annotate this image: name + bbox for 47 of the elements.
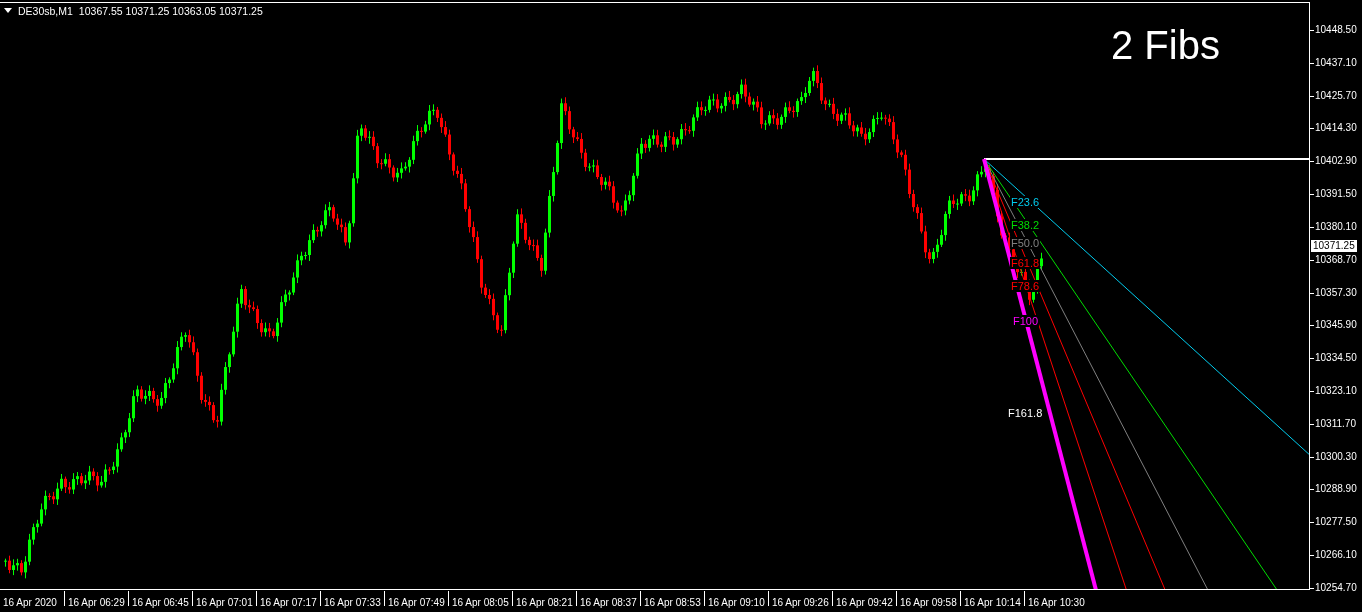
price-axis-label: 10391.50	[1315, 188, 1357, 201]
price-axis-label: 10345.90	[1315, 319, 1357, 332]
price-axis-label: 10323.10	[1315, 385, 1357, 397]
fib-level-label: F38.2	[1010, 219, 1041, 231]
time-axis-label: 16 Apr 08:05	[452, 598, 509, 608]
chart-overlay-title: 2 Fibs	[1111, 23, 1220, 68]
time-axis-label: 16 Apr 07:49	[388, 598, 445, 608]
time-axis-label: 16 Apr 06:45	[132, 598, 189, 608]
price-axis-label: 10254.70	[1315, 581, 1357, 594]
price-axis-label: 10357.30	[1315, 286, 1357, 299]
price-axis-label: 10368.70	[1315, 253, 1357, 266]
fib-level-label: F100	[1012, 315, 1040, 327]
time-axis-label: 16 Apr 2020	[3, 598, 57, 608]
price-axis-label: 10425.70	[1315, 89, 1357, 102]
price-axis-label: 10288.90	[1315, 483, 1357, 496]
time-axis-label: 16 Apr 07:33	[324, 598, 381, 608]
current-price-tag: 10371.25	[1311, 240, 1357, 252]
time-axis-label: 16 Apr 06:29	[68, 598, 125, 608]
time-axis-label: 16 Apr 07:17	[260, 598, 317, 608]
price-axis-label: 10311.70	[1315, 417, 1356, 430]
price-axis-label: 10266.10	[1315, 549, 1357, 562]
fib-level-label: F78.6	[1010, 280, 1041, 292]
time-axis-label: 16 Apr 08:37	[580, 598, 637, 608]
fib-level-label: F161.8	[1007, 407, 1044, 419]
time-axis-label: 16 Apr 08:53	[644, 598, 701, 608]
dropdown-icon[interactable]	[4, 8, 12, 14]
fib-level-label: F23.6	[1010, 196, 1041, 208]
price-axis-label: 10448.50	[1315, 24, 1357, 36]
time-axis-label: 16 Apr 10:14	[964, 598, 1021, 608]
price-axis-label: 10380.10	[1315, 220, 1357, 233]
time-axis-label: 16 Apr 10:30	[1028, 598, 1085, 608]
time-axis-label: 16 Apr 09:10	[708, 598, 765, 608]
price-axis-label: 10402.90	[1315, 155, 1357, 168]
time-axis-label: 16 Apr 09:26	[772, 598, 829, 608]
fib-level-label: F61.8	[1010, 257, 1041, 269]
price-axis-label: 10437.10	[1315, 56, 1357, 69]
fib-level-label: F50.0	[1010, 237, 1041, 249]
time-axis-label: 16 Apr 07:01	[196, 598, 253, 608]
price-axis-label: 10277.50	[1315, 516, 1357, 529]
ohlc-values: 10367.55 10371.25 10363.05 10371.25	[78, 5, 263, 17]
time-axis-label: 16 Apr 08:21	[516, 598, 573, 608]
time-axis-label: 16 Apr 09:58	[900, 598, 957, 608]
price-axis-label: 10414.30	[1315, 122, 1357, 135]
symbol-label: DE30sb,M1	[18, 5, 73, 17]
price-axis-label: 10300.30	[1315, 450, 1357, 463]
time-axis-label: 16 Apr 09:42	[836, 598, 893, 608]
price-axis-label: 10334.50	[1315, 352, 1357, 365]
